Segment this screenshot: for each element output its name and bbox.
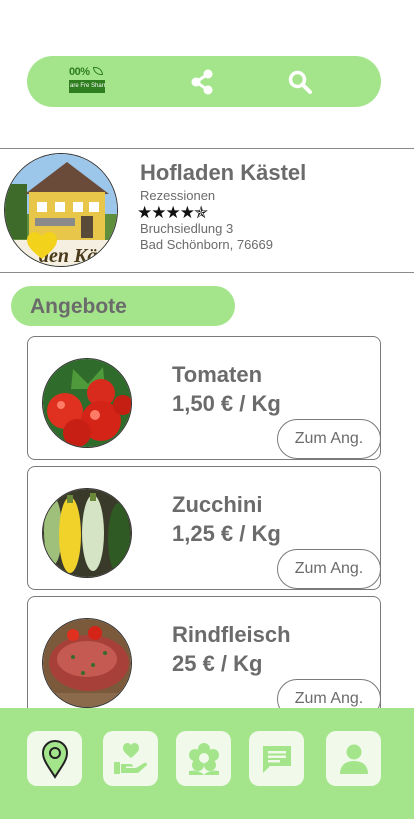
product-price: 1,50 € / Kg: [172, 391, 281, 416]
shop-city: Bad Schönborn, 76669: [140, 237, 273, 252]
favorite-button[interactable]: [26, 232, 58, 260]
offer-card: Zucchini 1,25 € / Kg Zum Ang.: [27, 466, 381, 590]
reviews-link[interactable]: Rezessionen: [140, 188, 215, 203]
search-button[interactable]: [286, 68, 314, 96]
hand-heart-icon: [113, 742, 147, 774]
product-image: [42, 488, 132, 578]
logo-strip-text: are Fre Sharr: [69, 80, 105, 93]
nav-map-button[interactable]: [27, 731, 82, 786]
product-name: Rindfleisch: [172, 622, 291, 647]
offer-card: Rindfleisch 25 € / Kg Zum Ang.: [27, 596, 381, 720]
top-bar: 00% are Fre Sharr: [27, 56, 381, 107]
heart-icon: [27, 232, 57, 259]
user-icon: [339, 744, 368, 774]
map-pin-icon: [41, 739, 68, 779]
chat-icon: [262, 745, 291, 773]
bottom-nav: [0, 708, 414, 819]
section-title: Angebote: [30, 295, 127, 318]
view-offer-button[interactable]: Zum Ang.: [277, 419, 381, 459]
shop-avatar: den Kä: [4, 153, 118, 267]
nav-profile-button[interactable]: [326, 731, 381, 786]
nav-donate-button[interactable]: [103, 731, 158, 786]
shop-name: Hofladen Kästel: [140, 160, 307, 185]
divider-top: [0, 148, 414, 149]
nav-products-button[interactable]: [176, 731, 231, 786]
product-price: 25 € / Kg: [172, 651, 263, 676]
leaf-icon: [93, 67, 103, 75]
product-image: [42, 618, 132, 708]
product-name: Tomaten: [172, 362, 263, 387]
share-button[interactable]: [188, 68, 216, 96]
flower-icon: [188, 742, 219, 775]
shop-street: Bruchsiedlung 3: [140, 221, 234, 236]
app-logo[interactable]: 00% are Fre Sharr: [69, 66, 105, 98]
search-icon: [288, 70, 312, 94]
product-image: [42, 358, 132, 448]
shop-photo: den Kä: [5, 154, 117, 266]
offers-section-header: Angebote: [11, 286, 235, 326]
product-name: Zucchini: [172, 492, 263, 517]
star-rating: ★★★★✯: [137, 203, 208, 223]
logo-percent-text: 00%: [69, 66, 90, 78]
view-offer-button[interactable]: Zum Ang.: [277, 549, 381, 589]
offer-card: Tomaten 1,50 € / Kg Zum Ang.: [27, 336, 381, 460]
divider-bottom: [0, 272, 414, 273]
product-price: 1,25 € / Kg: [172, 521, 281, 546]
share-icon: [191, 69, 213, 95]
nav-messages-button[interactable]: [249, 731, 304, 786]
